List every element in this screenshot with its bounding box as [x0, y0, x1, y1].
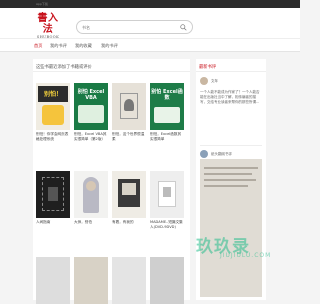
latest-reviews-panel: 最新书评 文年 一个人能不能成为作家了？一个人能否能在出版社当中了解，相传编者的…	[196, 59, 266, 300]
book-title[interactable]: 别怕，Excel函数其实很简单	[150, 132, 184, 142]
review-image[interactable]	[200, 159, 262, 297]
book-cover[interactable]	[112, 171, 146, 218]
nav-my-favorites[interactable]: 我的收藏	[75, 39, 92, 52]
book-title[interactable]: 人间指南	[36, 220, 70, 230]
site-logo[interactable]: 書入法 SHUBOOK	[33, 13, 63, 39]
recent-books-title: 这些书最近添加了书籍或评价	[33, 59, 190, 72]
book-cover[interactable]	[36, 257, 70, 304]
header: 書入法 SHUBOOK	[0, 8, 300, 39]
review-user: 纸头翻阅书评	[211, 151, 232, 156]
review-author[interactable]: 纸头翻阅书评	[200, 145, 262, 158]
book-card[interactable]: 别怕 Excel函数 别怕，Excel函数其实很简单	[150, 83, 184, 142]
app-download-link[interactable]: App下载	[36, 2, 48, 6]
book-cover[interactable]: 别怕！	[36, 83, 70, 130]
watermark-sub: JIUJIULU.COM	[220, 252, 272, 259]
book-card[interactable]: MADAME..短篇文集 人(DVD-9DVD)	[150, 171, 184, 230]
book-title[interactable]: 别怕！你学会网页表格处理系统	[36, 132, 70, 142]
logo-chinese: 書入法	[37, 13, 59, 35]
book-card[interactable]: 人间指南	[36, 171, 70, 230]
book-cover[interactable]: 别怕 Excel函数	[150, 83, 184, 130]
book-title[interactable]: 大师，别怕	[74, 220, 108, 230]
book-title[interactable]: 别怕，Excel VBA其实很简单（第2版）	[74, 132, 108, 142]
book-card[interactable]: 别怕 Excel VBA 别怕，Excel VBA其实很简单（第2版）	[74, 83, 108, 142]
book-card[interactable]: 有着，有我的	[112, 171, 146, 230]
book-cover[interactable]	[74, 171, 108, 218]
search-input[interactable]	[82, 23, 177, 32]
book-title[interactable]: 有着，有我的	[112, 220, 146, 230]
book-cover[interactable]	[74, 257, 108, 304]
avatar	[200, 77, 208, 85]
book-card[interactable]	[36, 257, 70, 304]
top-bar: App下载	[0, 0, 300, 8]
book-card[interactable]	[74, 257, 108, 304]
review-author[interactable]: 文年	[200, 77, 218, 85]
search-box	[76, 20, 193, 34]
review-snippet[interactable]: 一个人能不能成为作家了？一个人能否能在出版社当中了解，相传编者的描写，交给专业读…	[200, 90, 262, 105]
book-cover[interactable]	[150, 257, 184, 304]
book-card[interactable]: 别怕！ 别怕！你学会网页表格处理系统	[36, 83, 70, 142]
book-cover[interactable]	[36, 171, 70, 218]
nav-home[interactable]: 首页	[34, 39, 42, 52]
book-cover[interactable]	[112, 257, 146, 304]
nav-my-reviews[interactable]: 我的书评	[50, 39, 67, 52]
book-cover[interactable]	[112, 83, 146, 130]
book-card[interactable]: 别怕，这个世界很温柔	[112, 83, 146, 142]
book-card[interactable]: 大师，别怕	[74, 171, 108, 230]
latest-reviews-title: 最新书评	[196, 59, 266, 72]
book-card[interactable]	[150, 257, 184, 304]
avatar	[200, 150, 208, 158]
book-card[interactable]	[112, 257, 146, 304]
recent-books-panel: 这些书最近添加了书籍或评价 别怕！ 别怕！你学会网页表格处理系统 别怕 Exce…	[33, 59, 190, 304]
review-user: 文年	[211, 78, 218, 83]
book-title[interactable]: MADAME..短篇文集 人(DVD-9DVD)	[150, 220, 184, 230]
search-icon[interactable]	[180, 24, 187, 31]
book-title[interactable]: 别怕，这个世界很温柔	[112, 132, 146, 142]
nav-my-reviews-2[interactable]: 我的书评	[101, 39, 118, 52]
book-cover[interactable]	[150, 171, 184, 218]
book-cover[interactable]: 别怕 Excel VBA	[74, 83, 108, 130]
main-nav: 首页 我的书评 我的收藏 我的书评	[0, 38, 300, 52]
